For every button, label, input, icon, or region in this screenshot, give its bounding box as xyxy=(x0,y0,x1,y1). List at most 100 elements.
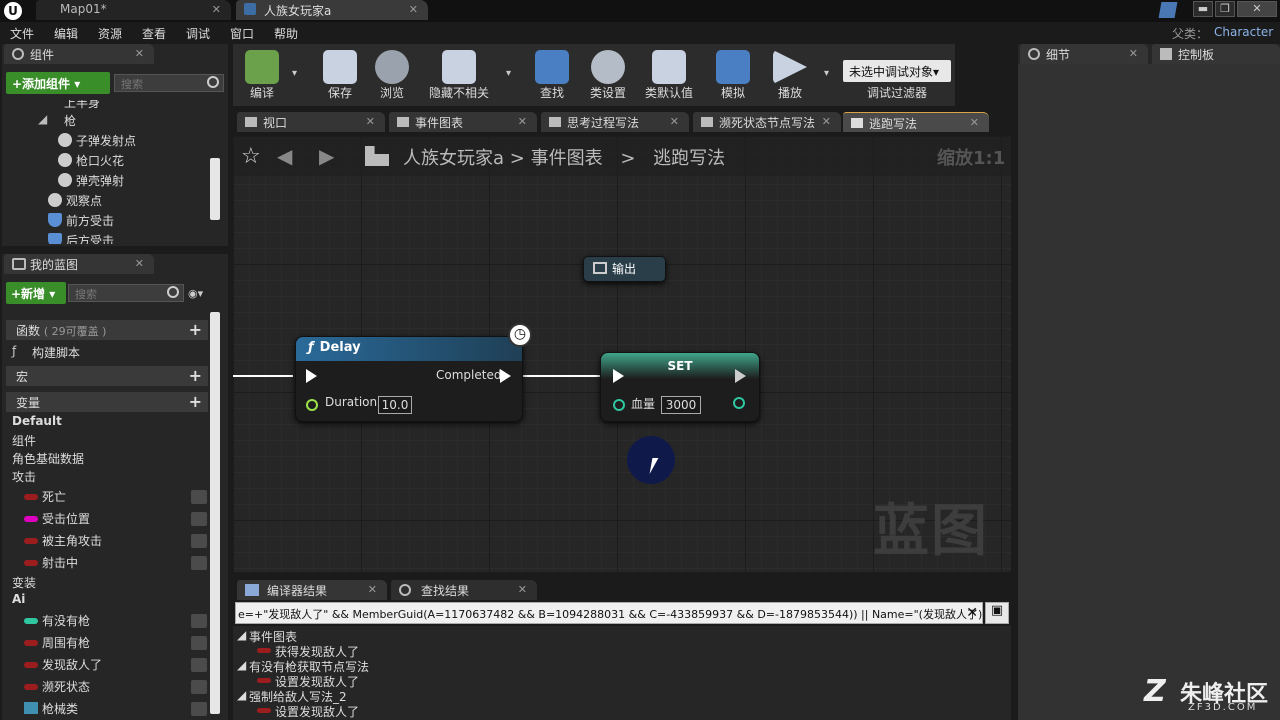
tab-map01[interactable]: Map01* ✕ xyxy=(36,0,231,20)
menu-assets[interactable]: 资源 xyxy=(98,25,122,42)
var-death[interactable]: 死亡 xyxy=(42,488,66,505)
component-muzzle-flash[interactable]: 枪口火花 xyxy=(76,152,124,169)
delay-node[interactable]: ƒ Delay ◷ Completed Duration 10.0 xyxy=(295,323,532,422)
find-search-input[interactable]: e=+"发现敌人了" && MemberGuid(A=1170637482 &&… xyxy=(235,602,983,624)
var-has-gun[interactable]: 有没有枪 xyxy=(42,612,90,629)
menu-debug[interactable]: 调试 xyxy=(186,25,210,42)
visibility-eye-icon[interactable] xyxy=(191,680,207,694)
simulate-button[interactable]: 模拟 xyxy=(710,48,756,104)
components-search-input[interactable]: 搜索 xyxy=(114,74,224,92)
view-options-eye-icon[interactable]: ◉▾ xyxy=(188,287,216,300)
component-upper-body[interactable]: 上半身 xyxy=(64,100,100,111)
star-icon[interactable]: ☆ xyxy=(241,144,261,169)
category-character-data[interactable]: 角色基础数据 xyxy=(12,450,84,467)
visibility-eye-icon[interactable] xyxy=(191,556,207,570)
close-icon[interactable]: ✕ xyxy=(212,3,221,16)
delay-duration-input[interactable]: 10.0 xyxy=(378,396,412,414)
class-settings-button[interactable]: 类设置 xyxy=(584,48,632,104)
construction-script-item[interactable]: 构建脚本 xyxy=(32,344,80,361)
output-node[interactable]: 输出 xyxy=(583,256,666,282)
mybp-search-input[interactable]: 搜索 xyxy=(68,284,184,302)
delay-exec-in-pin[interactable] xyxy=(306,369,317,383)
visibility-eye-icon[interactable] xyxy=(191,490,207,504)
visibility-eye-icon[interactable] xyxy=(191,512,207,526)
play-dropdown-icon[interactable]: ▾ xyxy=(824,68,829,79)
tab-components[interactable]: 组件 ✕ xyxy=(4,44,154,64)
visibility-eye-icon[interactable] xyxy=(191,658,207,672)
tab-compiler-results[interactable]: 编译器结果 ✕ xyxy=(237,580,387,600)
doc-tab-thinking[interactable]: 思考过程写法 ✕ xyxy=(541,112,689,132)
component-gun[interactable]: 枪 xyxy=(64,112,76,129)
add-component-button[interactable]: +添加组件 ▾ xyxy=(6,72,110,94)
compile-button[interactable]: 编译 xyxy=(238,48,286,104)
var-enemy-found[interactable]: 发现敌人了 xyxy=(42,656,102,673)
close-icon[interactable]: ✕ xyxy=(518,115,527,128)
tab-details[interactable]: 细节 ✕ xyxy=(1020,44,1148,64)
compile-dropdown-icon[interactable]: ▾ xyxy=(292,68,297,79)
clear-search-icon[interactable]: ✕ xyxy=(966,605,978,621)
menu-window[interactable]: 窗口 xyxy=(230,25,254,42)
functions-section[interactable]: 函数 ( 29可覆盖 ) + xyxy=(6,320,208,340)
close-button[interactable]: ✕ xyxy=(1237,1,1277,17)
component-front-hit[interactable]: 前方受击 xyxy=(66,212,114,229)
component-back-hit[interactable]: 后方受击 xyxy=(66,232,114,244)
result-group-expand-icon[interactable]: ◢ xyxy=(237,688,246,702)
category-attack[interactable]: 攻击 xyxy=(12,468,36,485)
forward-arrow-icon[interactable]: ▶ xyxy=(319,144,334,168)
tab-palette[interactable]: 控制板 xyxy=(1152,44,1280,64)
close-icon[interactable]: ✕ xyxy=(970,116,979,129)
mybp-scrollbar[interactable] xyxy=(210,312,220,714)
find-in-all-blueprints-icon[interactable]: ▣ xyxy=(985,602,1009,624)
menu-help[interactable]: 帮助 xyxy=(274,25,298,42)
add-function-button[interactable]: + xyxy=(189,320,202,339)
hide-unrelated-button[interactable]: 隐藏不相关 xyxy=(424,48,494,104)
breadcrumb-event-graph[interactable]: 事件图表 xyxy=(531,148,603,169)
feedback-icon[interactable] xyxy=(1158,2,1178,18)
category-components[interactable]: 组件 xyxy=(12,432,36,449)
close-icon[interactable]: ✕ xyxy=(670,115,679,128)
maximize-button[interactable]: ❐ xyxy=(1215,1,1235,17)
close-icon[interactable]: ✕ xyxy=(1129,47,1138,60)
graph-editor[interactable]: ☆ ◀ ▶ 人族女玩家a > 事件图表 > 逃跑写法 缩放1:1 输出 ƒ Del… xyxy=(233,136,1011,572)
visibility-eye-icon[interactable] xyxy=(191,702,207,716)
set-value-input[interactable]: 3000 xyxy=(661,396,701,414)
close-icon[interactable]: ✕ xyxy=(135,47,144,60)
var-attacked-by-player[interactable]: 被主角攻击 xyxy=(42,532,102,549)
close-icon[interactable]: ✕ xyxy=(409,3,418,16)
result-group-expand-icon[interactable]: ◢ xyxy=(237,658,246,672)
browse-button[interactable]: 浏览 xyxy=(370,48,414,104)
set-exec-in-pin[interactable] xyxy=(613,369,624,383)
var-hit-location[interactable]: 受击位置 xyxy=(42,510,90,527)
expand-arrow-icon[interactable]: ◢ xyxy=(38,112,47,126)
add-macro-button[interactable]: + xyxy=(189,366,202,385)
minimize-button[interactable]: ▬ xyxy=(1193,1,1213,17)
component-muzzle-point[interactable]: 子弹发射点 xyxy=(76,132,136,149)
parent-class-link[interactable]: Character xyxy=(1214,25,1273,39)
doc-tab-escape[interactable]: 逃跑写法 ✕ xyxy=(843,112,989,132)
var-gun-nearby[interactable]: 周围有枪 xyxy=(42,634,90,651)
visibility-eye-icon[interactable] xyxy=(191,636,207,650)
hide-dropdown-icon[interactable]: ▾ xyxy=(506,68,511,79)
category-default[interactable]: Default xyxy=(12,414,62,428)
find-button[interactable]: 查找 xyxy=(530,48,574,104)
tab-find-results[interactable]: 查找结果 ✕ xyxy=(391,580,537,600)
close-icon[interactable]: ✕ xyxy=(368,583,377,596)
category-ai[interactable]: Ai xyxy=(12,592,25,606)
result-item[interactable]: 设置发现敌人了 xyxy=(275,703,359,720)
delay-completed-pin[interactable] xyxy=(500,369,511,383)
doc-tab-dying[interactable]: 濒死状态节点写法 ✕ xyxy=(693,112,841,132)
play-button[interactable]: 播放 xyxy=(766,48,814,104)
set-value-in-pin[interactable] xyxy=(613,399,625,411)
menu-edit[interactable]: 编辑 xyxy=(54,25,78,42)
components-scrollbar[interactable] xyxy=(210,158,220,220)
set-node[interactable]: SET 血量 3000 xyxy=(600,352,760,422)
visibility-eye-icon[interactable] xyxy=(191,614,207,628)
doc-tab-event-graph[interactable]: 事件图表 ✕ xyxy=(389,112,537,132)
close-icon[interactable]: ✕ xyxy=(135,257,144,270)
add-new-button[interactable]: +新增 ▾ xyxy=(6,282,66,304)
component-observe-point[interactable]: 观察点 xyxy=(66,192,102,209)
var-shooting[interactable]: 射击中 xyxy=(42,554,78,571)
tab-blueprint[interactable]: 人族女玩家a ✕ xyxy=(236,0,428,20)
set-exec-out-pin[interactable] xyxy=(735,369,746,383)
save-button[interactable]: 保存 xyxy=(318,48,362,104)
